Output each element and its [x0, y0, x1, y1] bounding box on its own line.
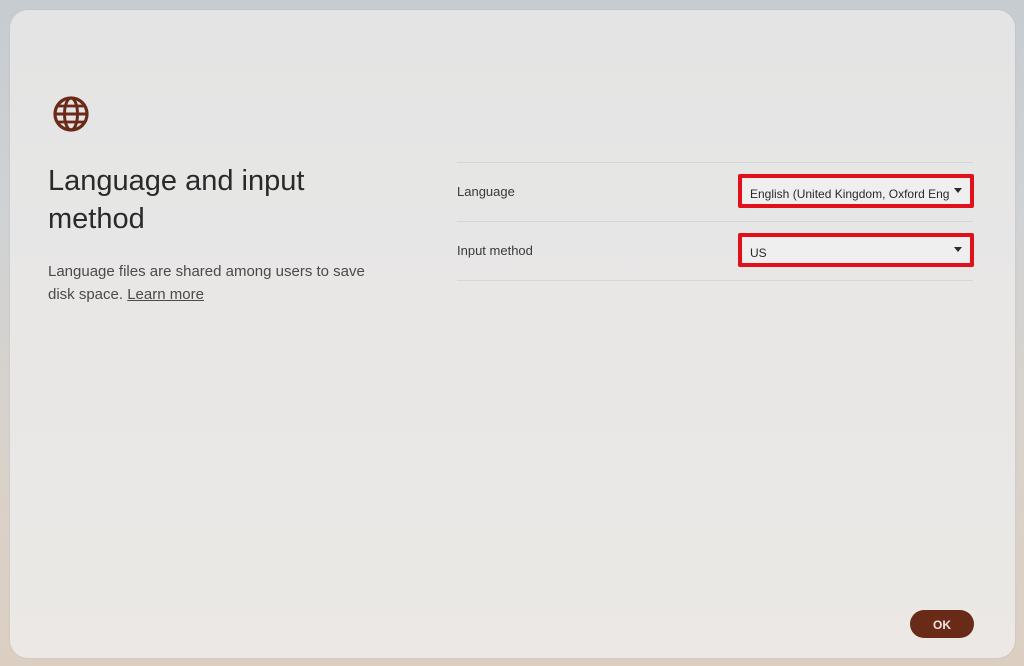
description-text: Language files are shared among users to…: [48, 263, 365, 303]
description: Language files are shared among users to…: [48, 260, 388, 306]
learn-more-link[interactable]: Learn more: [127, 286, 204, 303]
language-input-dialog: Language and input method Language files…: [10, 10, 1015, 658]
input-method-select[interactable]: US: [738, 233, 974, 267]
language-select-value: English (United Kingdom, Oxford English): [750, 187, 950, 201]
language-label: Language: [457, 184, 515, 199]
language-row: Language English (United Kingdom, Oxford…: [457, 162, 974, 221]
chevron-down-icon: [954, 247, 962, 252]
settings-list: Language English (United Kingdom, Oxford…: [457, 162, 974, 281]
ok-button[interactable]: OK: [910, 610, 974, 638]
language-select[interactable]: English (United Kingdom, Oxford English): [738, 174, 974, 208]
globe-icon: [52, 95, 90, 133]
input-method-select-value: US: [750, 246, 767, 260]
chevron-down-icon: [954, 188, 962, 193]
input-method-row: Input method US: [457, 221, 974, 281]
page-title: Language and input method: [48, 165, 305, 235]
input-method-label: Input method: [457, 243, 533, 258]
